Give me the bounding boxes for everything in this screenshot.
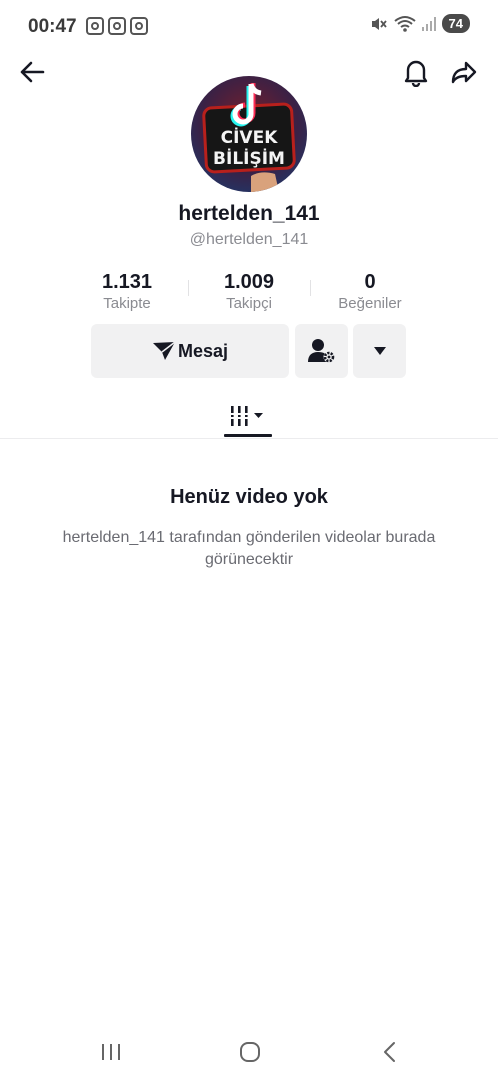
handle: @hertelden_141: [189, 231, 309, 248]
videos-grid-icon: [230, 405, 263, 426]
instagram-icon: [108, 17, 126, 35]
instagram-icon: [130, 17, 148, 35]
share-button[interactable]: [446, 54, 482, 90]
tab-videos[interactable]: [224, 394, 272, 437]
empty-state-title: Henüz video yok: [170, 486, 328, 508]
bell-icon: [404, 60, 428, 87]
home-button[interactable]: [220, 1030, 280, 1074]
stat-divider: [310, 280, 311, 296]
battery-badge: 74: [441, 14, 470, 33]
system-nav-bar: [0, 1030, 498, 1074]
instagram-icon: [86, 17, 104, 35]
message-label: Mesaj: [177, 340, 229, 361]
avatar-text-2: BİLİŞİM: [213, 147, 285, 169]
more-button[interactable]: [353, 324, 406, 378]
home-icon: [240, 1042, 260, 1062]
nav-back-button[interactable]: [360, 1030, 420, 1074]
stats-row: 1.131 Takipte 1.009 Takipçi 0 Beğeniler: [0, 270, 498, 318]
stat-followers[interactable]: 1.009 Takipçi: [189, 270, 309, 314]
stat-likes[interactable]: 0 Beğeniler: [310, 270, 430, 314]
back-button[interactable]: [14, 54, 50, 90]
notification-icons: [86, 17, 148, 35]
share-arrow-icon: [451, 61, 477, 84]
stat-value: 0: [364, 271, 376, 293]
profile-actions: Mesaj: [0, 324, 498, 378]
avatar[interactable]: CİVEK BİLİŞİM: [191, 76, 307, 192]
recent-apps-icon: [102, 1044, 120, 1060]
status-time: 00:47: [28, 16, 77, 37]
empty-state-description: hertelden_141 tarafından gönderilen vide…: [62, 529, 436, 568]
message-button[interactable]: Mesaj: [91, 324, 289, 378]
recent-apps-button[interactable]: [81, 1030, 141, 1074]
signal-icon: [421, 16, 436, 31]
send-icon: [152, 341, 176, 360]
stat-value: 1.009: [223, 271, 275, 293]
back-icon: [384, 1042, 395, 1062]
avatar-text-1: CİVEK: [221, 126, 279, 148]
avatar-image: CİVEK BİLİŞİM: [191, 76, 307, 192]
caret-down-icon: [373, 347, 386, 355]
stat-label: Takipte: [103, 295, 151, 312]
status-right: 74: [370, 14, 470, 33]
wifi-icon: [393, 15, 416, 32]
status-bar: 00:47 74: [0, 0, 498, 52]
tab-indicator: [224, 434, 272, 437]
notifications-button[interactable]: [398, 54, 434, 90]
stat-divider: [188, 280, 189, 296]
mute-icon: [371, 17, 387, 30]
stat-label: Takipçi: [226, 295, 272, 312]
arrow-left-icon: [20, 61, 45, 83]
user-gear-icon: [307, 339, 334, 363]
stat-label: Beğeniler: [338, 295, 402, 312]
stat-following[interactable]: 1.131 Takipte: [67, 270, 187, 314]
friend-settings-button[interactable]: [295, 324, 348, 378]
content-tabs: [0, 394, 498, 439]
username: hertelden_141: [178, 202, 320, 225]
stat-value: 1.131: [101, 271, 153, 293]
